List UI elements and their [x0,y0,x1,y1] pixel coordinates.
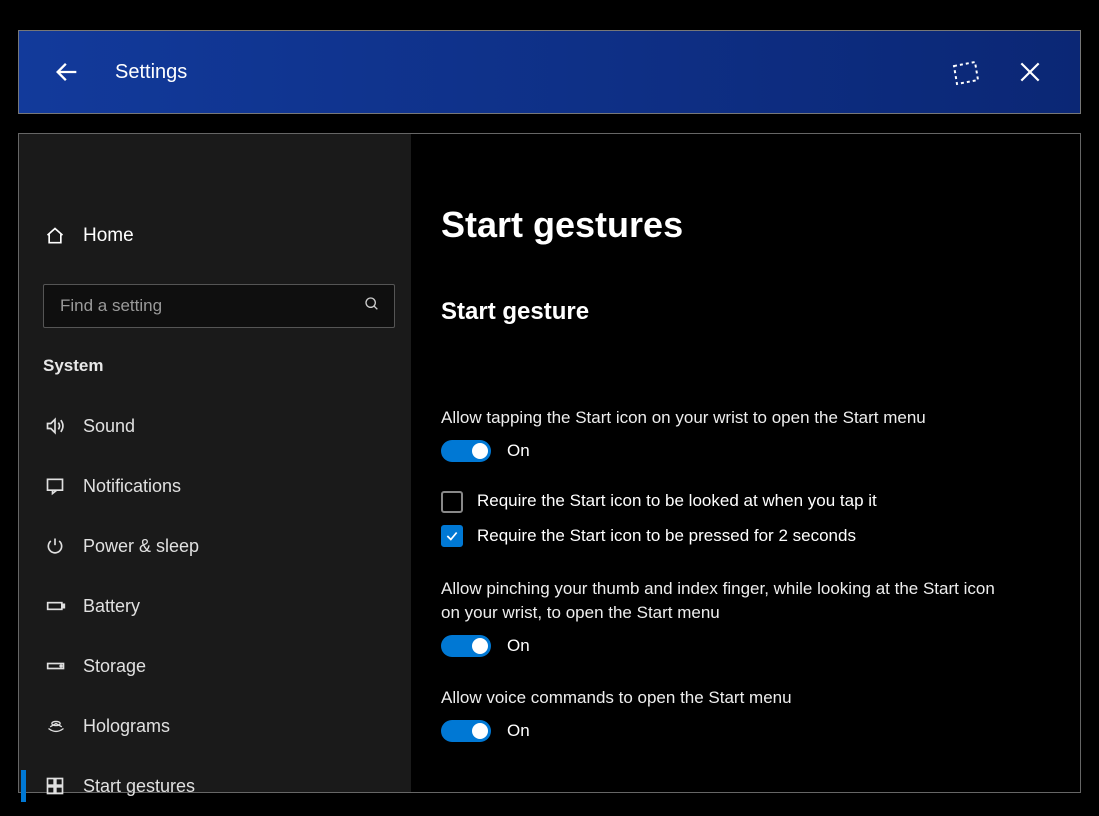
setting-tap-desc: Allow tapping the Start icon on your wri… [441,406,1011,431]
section-title: Start gesture [441,298,1040,326]
sound-icon [45,416,83,436]
checkbox-require-look-label: Require the Start icon to be looked at w… [477,489,877,514]
sidebar-item-start-gestures[interactable]: Start gestures [19,756,411,816]
storage-icon [45,656,83,676]
checkbox-box [441,525,463,547]
main-content: Start gestures Start gesture Allow tappi… [411,134,1080,792]
checkbox-require-look[interactable]: Require the Start icon to be looked at w… [441,489,1011,514]
start-gestures-icon [45,776,83,796]
search-icon [364,296,384,317]
sidebar-nav: Sound Notifications Powe [19,396,411,816]
window-restore-icon [949,58,983,86]
sidebar-search [43,284,395,328]
sidebar-item-label: Holograms [83,716,170,737]
setting-voice-desc: Allow voice commands to open the Start m… [441,686,1011,711]
holograms-icon [45,716,83,736]
sidebar-item-label: Start gestures [83,776,195,797]
battery-icon [45,596,83,616]
toggle-pinch[interactable] [441,635,491,657]
sidebar: Home System [19,134,411,792]
setting-voice: Allow voice commands to open the Start m… [441,686,1011,743]
arrow-left-icon [53,58,81,86]
window-restore-button[interactable] [934,42,998,102]
window-close-button[interactable] [998,42,1062,102]
sidebar-item-label: Power & sleep [83,536,199,557]
sidebar-item-label: Notifications [83,476,181,497]
home-icon [45,226,83,246]
page-title: Start gestures [441,204,1040,246]
setting-pinch-desc: Allow pinching your thumb and index fing… [441,577,1011,626]
checkbox-require-press[interactable]: Require the Start icon to be pressed for… [441,524,1011,549]
toggle-voice-label: On [507,719,530,744]
close-icon [1017,59,1043,85]
back-button[interactable] [47,52,87,92]
power-icon [45,536,83,556]
settings-window: Home System [18,133,1081,793]
sidebar-item-storage[interactable]: Storage [19,636,411,696]
checkbox-box [441,491,463,513]
sidebar-category-label: System [43,356,411,376]
setting-pinch: Allow pinching your thumb and index fing… [441,577,1011,659]
window-title: Settings [115,61,187,84]
toggle-tap-label: On [507,439,530,464]
sidebar-item-sound[interactable]: Sound [19,396,411,456]
search-input[interactable] [60,296,364,316]
toggle-voice[interactable] [441,720,491,742]
sidebar-item-holograms[interactable]: Holograms [19,696,411,756]
sidebar-item-power-sleep[interactable]: Power & sleep [19,516,411,576]
sidebar-item-label: Storage [83,656,146,677]
setting-tap: Allow tapping the Start icon on your wri… [441,406,1011,549]
notifications-icon [45,476,83,496]
toggle-tap[interactable] [441,440,491,462]
sidebar-item-notifications[interactable]: Notifications [19,456,411,516]
sidebar-home-label: Home [83,225,134,247]
sidebar-home[interactable]: Home [19,214,411,258]
sidebar-item-battery[interactable]: Battery [19,576,411,636]
checkbox-require-press-label: Require the Start icon to be pressed for… [477,524,856,549]
window-titlebar: Settings [18,30,1081,114]
sidebar-item-label: Battery [83,596,140,617]
sidebar-item-label: Sound [83,416,135,437]
toggle-pinch-label: On [507,634,530,659]
